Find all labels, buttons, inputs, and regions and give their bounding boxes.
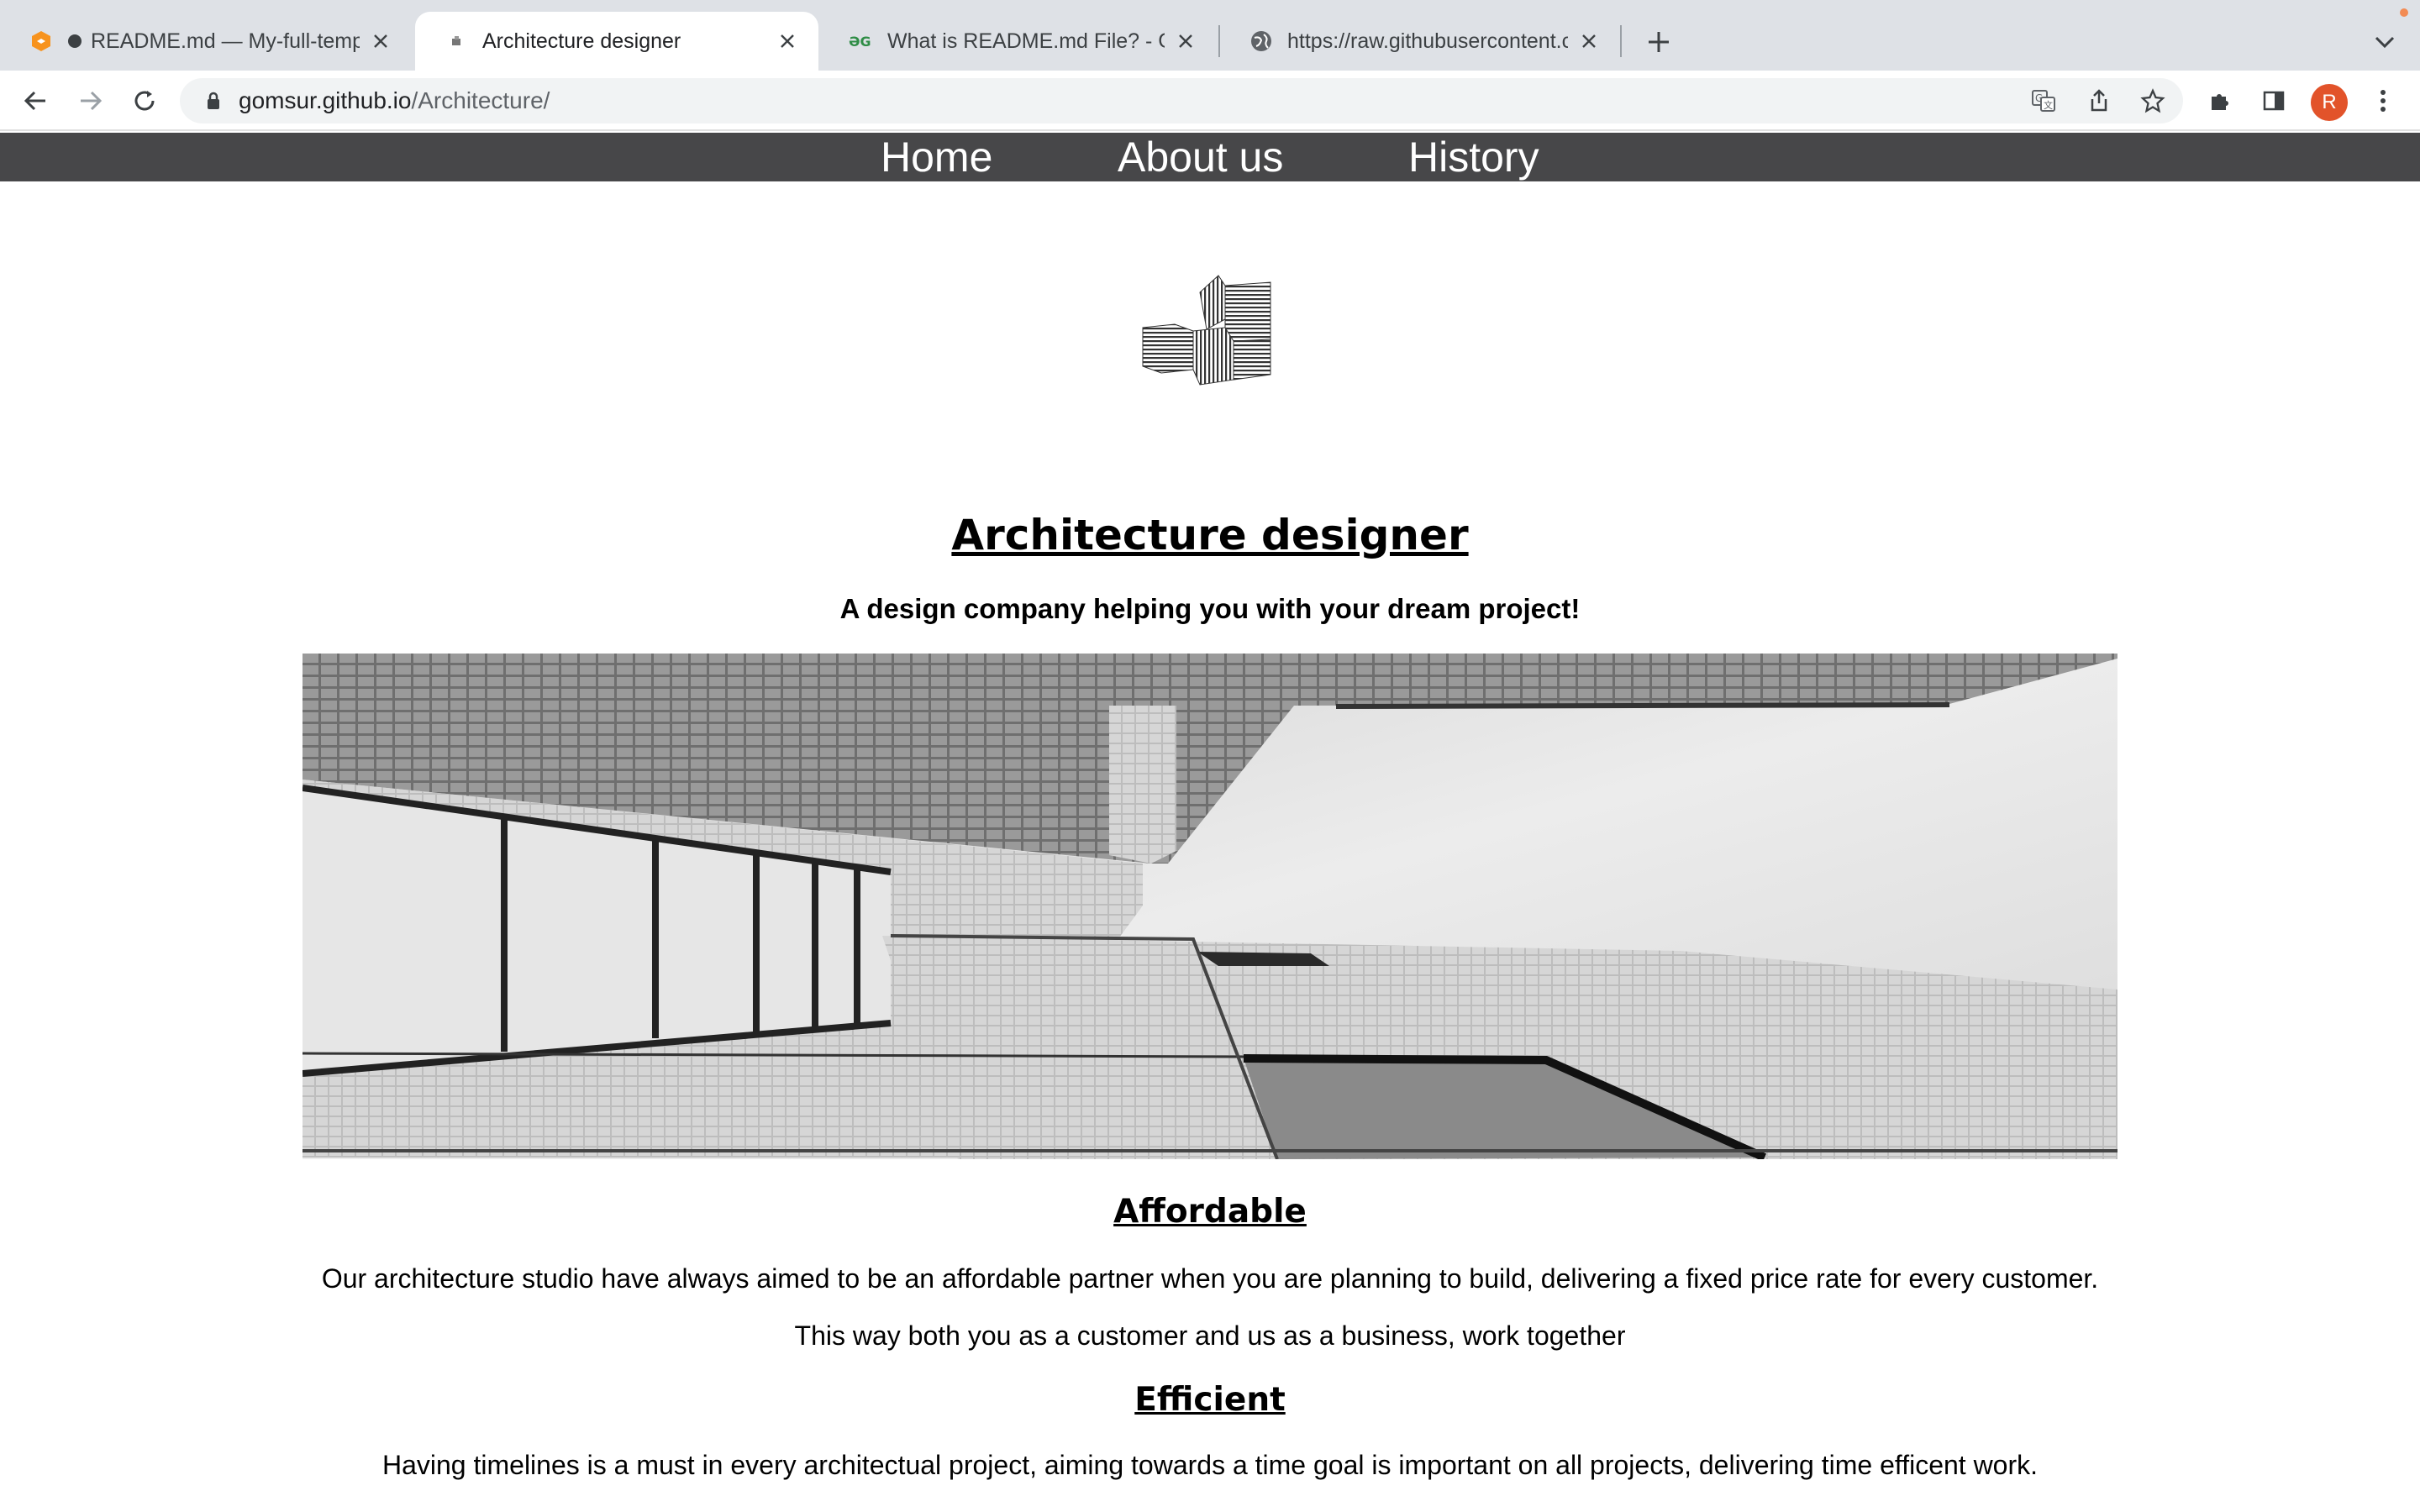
- section-heading-affordable: Affordable: [1113, 1193, 1307, 1231]
- nav-link-home[interactable]: Home: [881, 134, 992, 180]
- globe-icon: [1249, 29, 1274, 54]
- site-navbar: Home About us History: [0, 133, 2420, 181]
- geeksforgeeks-icon: ƏG: [849, 29, 874, 54]
- extensions-puzzle-icon[interactable]: [2202, 82, 2238, 119]
- gitbook-icon: [29, 29, 54, 54]
- building-logo: [1142, 275, 1271, 386]
- section-heading-efficient: Efficient: [1134, 1381, 1286, 1419]
- tab-what-is-readme[interactable]: ƏG What is README.md File? - Ge: [820, 12, 1217, 71]
- section-paragraph: Having timelines is a must in every arch…: [381, 1450, 2039, 1480]
- browser-tab-strip: README.md — My-full-temp Architecture de…: [0, 0, 2420, 71]
- hero-building-image: [302, 654, 2118, 1159]
- tab-separator: [1620, 25, 1622, 57]
- page-tagline: A design company helping you with your d…: [839, 593, 1581, 624]
- url-path: /Architecture/: [411, 87, 550, 113]
- share-icon[interactable]: [2082, 84, 2116, 118]
- page-title: Architecture designer: [951, 511, 1469, 559]
- reload-button[interactable]: [126, 82, 163, 119]
- tab-title: https://raw.githubusercontent.c: [1287, 29, 1568, 53]
- side-panel-icon[interactable]: [2255, 82, 2292, 119]
- section-paragraph: Our architecture studio have always aime…: [321, 1263, 2099, 1294]
- close-icon[interactable]: [368, 29, 393, 54]
- bookmark-star-icon[interactable]: [2136, 84, 2170, 118]
- lock-icon: [208, 92, 219, 109]
- site-favicon: [444, 29, 469, 54]
- tab-raw-githubusercontent[interactable]: https://raw.githubusercontent.c: [1220, 12, 1620, 71]
- tab-title: Architecture designer: [482, 29, 681, 53]
- translate-icon[interactable]: G文: [2027, 84, 2060, 118]
- unsaved-dot-icon: [67, 29, 82, 54]
- tab-search-chevron-icon[interactable]: [2368, 25, 2402, 59]
- close-icon[interactable]: [1173, 29, 1198, 54]
- url-host: gomsur.github.io: [239, 87, 412, 113]
- nav-link-history[interactable]: History: [1408, 134, 1539, 180]
- profile-avatar[interactable]: R: [2311, 84, 2348, 121]
- browser-toolbar: gomsur.github.io/Architecture/ G文 R: [0, 71, 2420, 131]
- nav-link-about-us[interactable]: About us: [1118, 134, 1283, 180]
- tab-architecture-designer[interactable]: Architecture designer: [415, 12, 818, 71]
- close-icon[interactable]: [1576, 29, 1602, 54]
- forward-button[interactable]: [72, 82, 109, 119]
- section-paragraph: This way both you as a customer and us a…: [794, 1320, 1626, 1351]
- address-bar[interactable]: gomsur.github.io/Architecture/ G文: [180, 78, 2183, 123]
- back-button[interactable]: [17, 82, 54, 119]
- svg-text:ƏG: ƏG: [849, 34, 871, 50]
- new-tab-button[interactable]: [1640, 24, 1677, 60]
- close-icon[interactable]: [775, 29, 800, 54]
- tab-title: What is README.md File? - Ge: [887, 29, 1165, 53]
- tab-title: README.md — My-full-temp: [91, 29, 360, 53]
- update-indicator-dot: [2400, 8, 2408, 17]
- url-text: gomsur.github.io/Architecture/: [239, 87, 550, 114]
- tab-readme[interactable]: README.md — My-full-temp: [0, 12, 412, 71]
- svg-text:文: 文: [2044, 99, 2053, 111]
- menu-kebab-icon[interactable]: [2365, 82, 2402, 119]
